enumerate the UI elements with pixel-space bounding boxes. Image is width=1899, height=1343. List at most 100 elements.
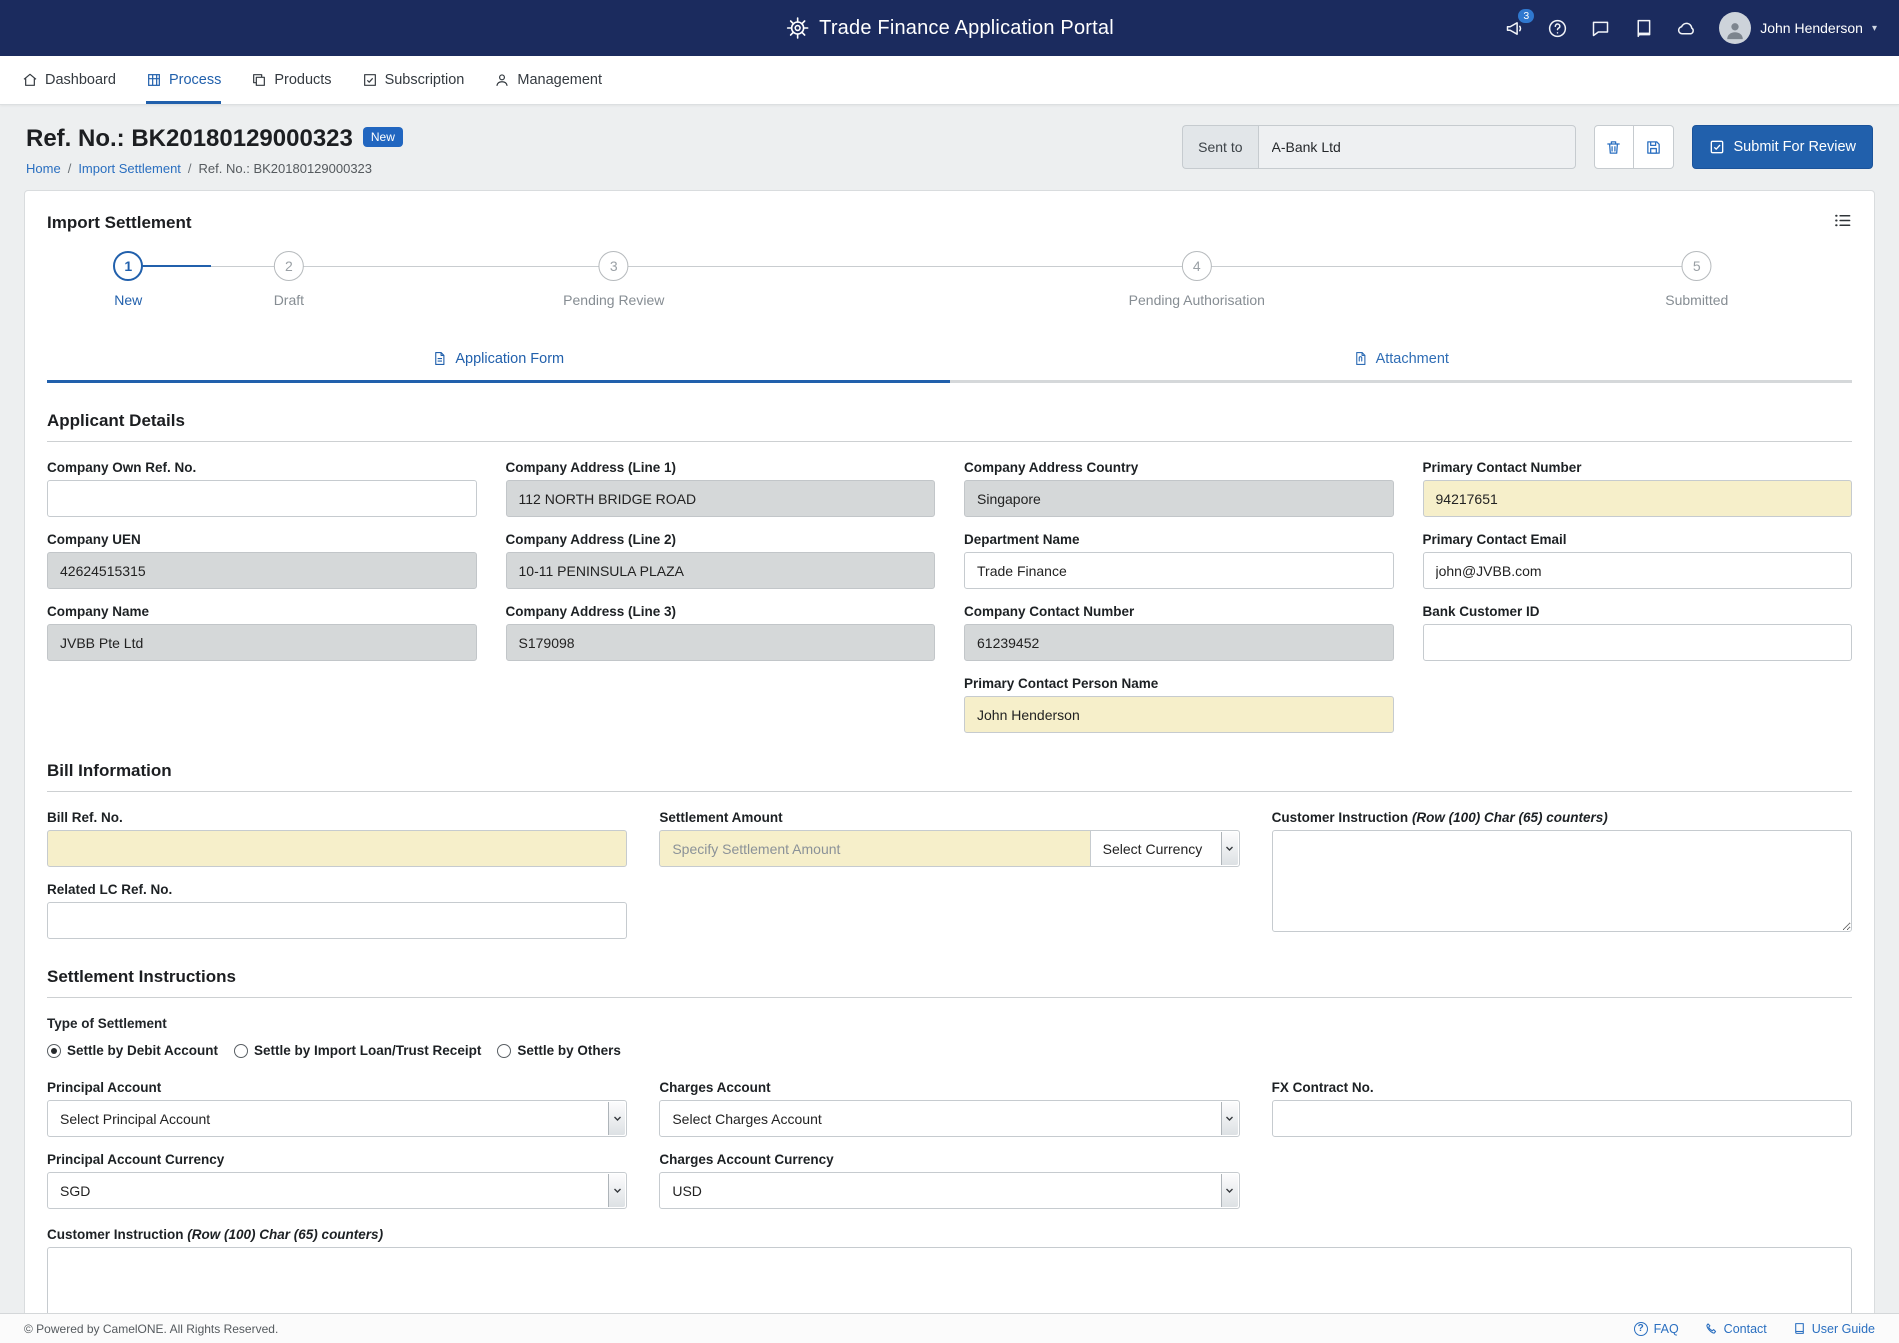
related-lc-ref-input[interactable] — [47, 902, 627, 939]
section-divider — [47, 791, 1852, 792]
field-label-text: Customer Instruction — [47, 1227, 184, 1242]
primary-contact-number-input[interactable] — [1423, 480, 1853, 517]
breadcrumb-import-settlement[interactable]: Import Settlement — [78, 161, 181, 176]
page-head: Ref. No.: BK20180129000323 New Home / Im… — [0, 105, 1899, 188]
delete-button[interactable] — [1594, 125, 1634, 169]
field-label: Company Contact Number — [964, 604, 1394, 619]
step-draft: 2 Draft — [274, 251, 304, 308]
faq-link[interactable]: ? FAQ — [1634, 1322, 1679, 1336]
breadcrumb: Home / Import Settlement / Ref. No.: BK2… — [26, 161, 403, 176]
radio-label: Settle by Import Loan/Trust Receipt — [254, 1043, 481, 1058]
submit-for-review-label: Submit For Review — [1734, 139, 1856, 155]
home-icon — [22, 72, 38, 88]
primary-contact-person-input[interactable] — [964, 696, 1394, 733]
check-square-icon — [362, 72, 378, 88]
company-own-ref-input[interactable] — [47, 480, 477, 517]
field-label: Principal Account Currency — [47, 1152, 627, 1167]
fx-contract-no-input[interactable] — [1272, 1100, 1852, 1137]
field-label: Charges Account — [659, 1080, 1239, 1095]
list-menu-icon[interactable] — [1833, 211, 1852, 235]
nav-item-label: Products — [274, 72, 331, 88]
charges-account-currency-select[interactable]: USD — [659, 1172, 1239, 1209]
radio-settle-by-others[interactable]: Settle by Others — [497, 1043, 621, 1058]
page-title-row: Ref. No.: BK20180129000323 New — [26, 125, 403, 153]
step-label: Draft — [274, 292, 304, 308]
bill-customer-instruction-textarea[interactable] — [1272, 830, 1852, 932]
sent-to-group: Sent to — [1182, 125, 1575, 169]
section-title-bill-information: Bill Information — [47, 761, 1852, 781]
help-icon[interactable] — [1547, 18, 1568, 39]
settlement-amount-input[interactable] — [659, 830, 1090, 867]
bank-customer-id-input[interactable] — [1423, 624, 1853, 661]
field-primary-contact-person: Primary Contact Person Name — [964, 676, 1394, 733]
sent-to-input[interactable] — [1258, 125, 1576, 169]
card-title: Import Settlement — [47, 213, 192, 233]
contact-link[interactable]: Contact — [1705, 1322, 1767, 1336]
step-label: Submitted — [1665, 292, 1728, 308]
department-name-input[interactable] — [964, 552, 1394, 589]
radio-settle-by-debit-account[interactable]: Settle by Debit Account — [47, 1043, 218, 1058]
tab-application-form[interactable]: Application Form — [47, 337, 950, 383]
form-tabs: Application Form Attachment — [47, 337, 1852, 383]
stepper-track — [128, 266, 1697, 267]
currency-select[interactable]: Select Currency — [1090, 830, 1240, 867]
field-label: Company Address (Line 1) — [506, 460, 936, 475]
workflow-stepper: 1 New 2 Draft 3 Pending Review 4 Pending… — [47, 251, 1852, 327]
announcements-icon[interactable]: 3 — [1504, 18, 1525, 39]
field-company-address-2: Company Address (Line 2) — [506, 532, 936, 589]
field-label: Bill Ref. No. — [47, 810, 627, 825]
chat-icon[interactable] — [1590, 18, 1611, 39]
radio-unselected-icon — [497, 1044, 511, 1058]
radio-settle-by-import-loan[interactable]: Settle by Import Loan/Trust Receipt — [234, 1043, 481, 1058]
field-fx-contract-no: FX Contract No. — [1272, 1080, 1852, 1137]
bill-ref-input[interactable] — [47, 830, 627, 867]
company-contact-number-input — [964, 624, 1394, 661]
charges-account-select[interactable]: Select Charges Account — [659, 1100, 1239, 1137]
charges-account-currency-value: USD — [672, 1183, 702, 1199]
status-badge: New — [363, 127, 403, 147]
currency-select-value: Select Currency — [1103, 841, 1203, 857]
app-header: Trade Finance Application Portal 3 — [0, 0, 1899, 56]
field-department-name: Department Name — [964, 532, 1394, 589]
user-menu[interactable]: John Henderson ▾ — [1719, 12, 1877, 44]
company-name-input — [47, 624, 477, 661]
breadcrumb-current: Ref. No.: BK20180129000323 — [199, 161, 372, 176]
grid-icon — [146, 72, 162, 88]
attachment-icon — [1353, 351, 1368, 366]
select-caret-icon — [608, 1102, 625, 1135]
field-charges-account: Charges Account Select Charges Account — [659, 1080, 1239, 1137]
nav-item-management[interactable]: Management — [494, 56, 602, 104]
field-label: Primary Contact Number — [1423, 460, 1853, 475]
field-label: Primary Contact Email — [1423, 532, 1853, 547]
page-head-actions: Sent to Submit For Review — [1182, 125, 1873, 169]
nav-item-process[interactable]: Process — [146, 56, 221, 104]
section-divider — [47, 441, 1852, 442]
avatar — [1719, 12, 1751, 44]
company-uen-input — [47, 552, 477, 589]
field-primary-contact-number: Primary Contact Number — [1423, 460, 1853, 517]
principal-account-currency-select[interactable]: SGD — [47, 1172, 627, 1209]
breadcrumb-separator: / — [68, 161, 72, 176]
user-name: John Henderson — [1760, 20, 1863, 36]
guide-icon[interactable] — [1633, 18, 1654, 39]
record-actions — [1594, 125, 1674, 169]
question-icon: ? — [1634, 1322, 1648, 1336]
nav-item-products[interactable]: Products — [251, 56, 331, 104]
principal-account-select[interactable]: Select Principal Account — [47, 1100, 627, 1137]
step-submitted: 5 Submitted — [1665, 251, 1728, 308]
nav-item-subscription[interactable]: Subscription — [362, 56, 465, 104]
save-button[interactable] — [1634, 125, 1674, 169]
cloud-icon[interactable] — [1676, 18, 1697, 39]
field-label: Customer Instruction (Row (100) Char (65… — [1272, 810, 1852, 825]
field-principal-account: Principal Account Select Principal Accou… — [47, 1080, 627, 1137]
primary-contact-email-input[interactable] — [1423, 552, 1853, 589]
tab-attachment[interactable]: Attachment — [950, 337, 1853, 383]
user-guide-link[interactable]: User Guide — [1793, 1322, 1875, 1336]
company-address-1-input — [506, 480, 936, 517]
radio-selected-icon — [47, 1044, 61, 1058]
notification-badge: 3 — [1518, 9, 1534, 24]
copy-icon — [251, 72, 267, 88]
breadcrumb-home[interactable]: Home — [26, 161, 61, 176]
submit-for-review-button[interactable]: Submit For Review — [1692, 125, 1873, 169]
nav-item-dashboard[interactable]: Dashboard — [22, 56, 116, 104]
